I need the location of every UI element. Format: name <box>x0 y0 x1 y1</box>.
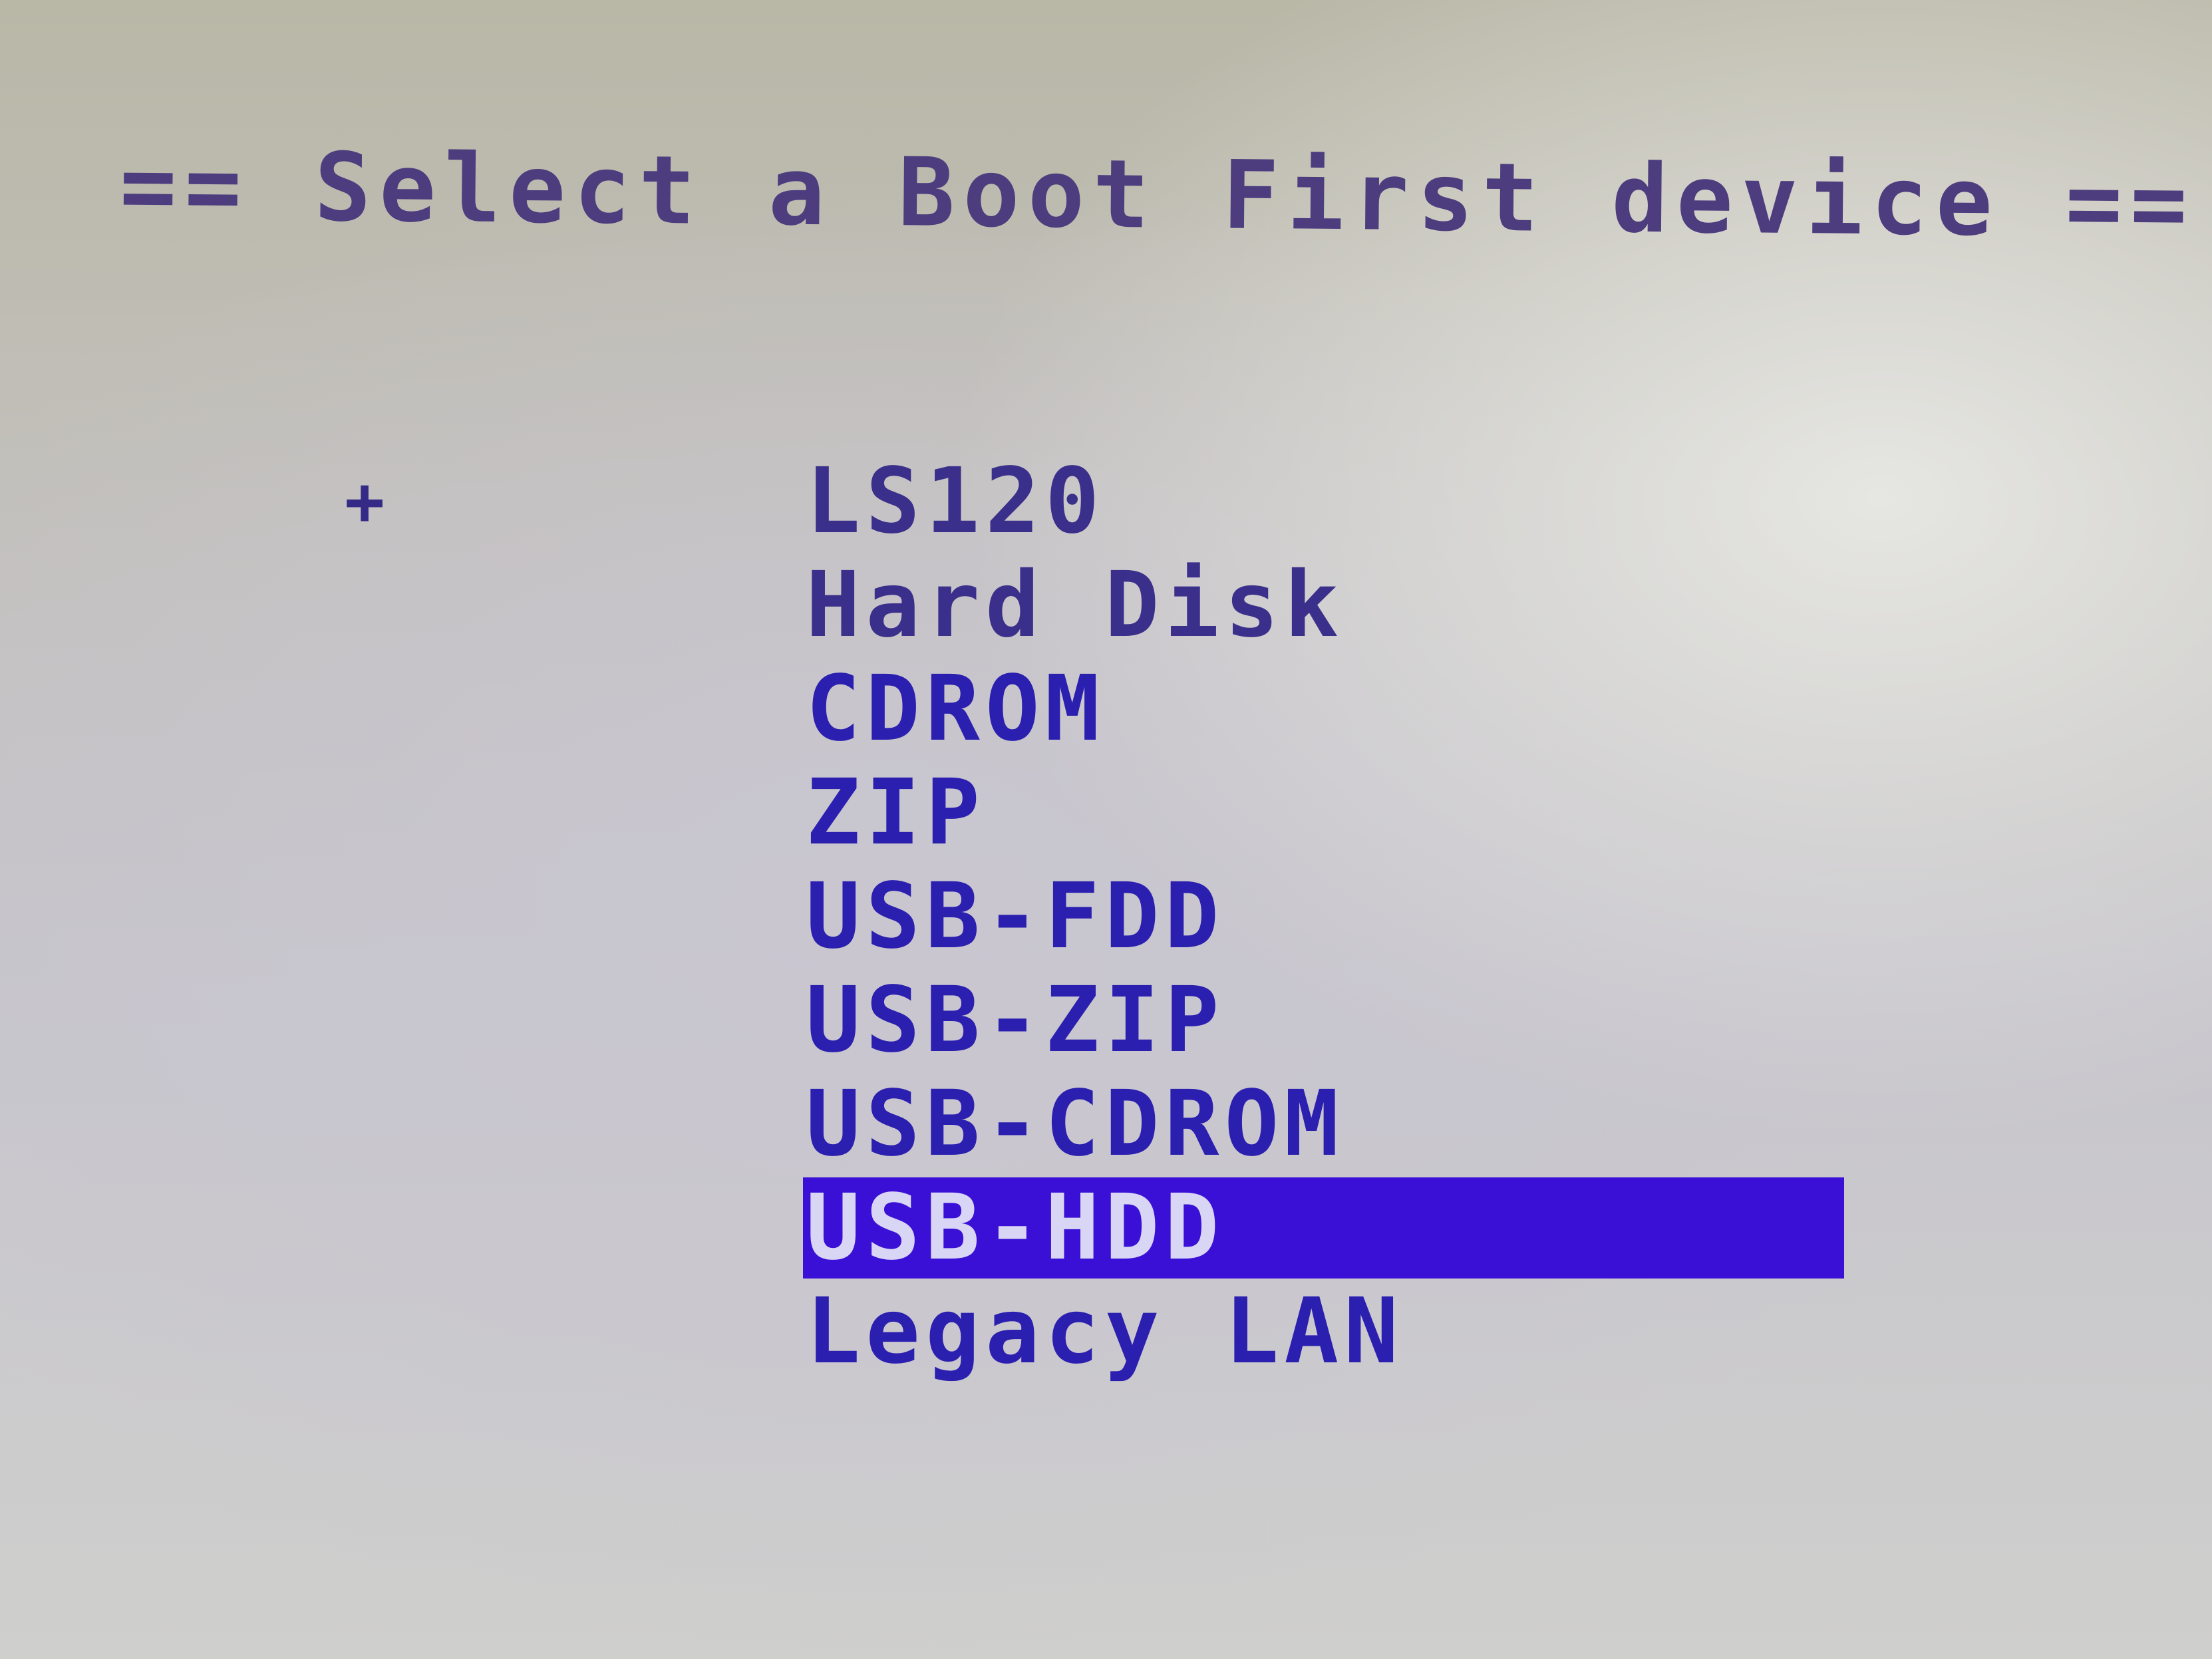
boot-item-hard-disk[interactable]: + Hard Disk <box>333 450 1530 657</box>
bios-screen: == Select a Boot First device == LS120 +… <box>0 0 2212 1659</box>
boot-device-list: LS120 + Hard Disk CDROM ZIP USB-FDD USB-Z… <box>333 346 1845 1384</box>
boot-item-usb-cdrom[interactable]: USB-CDROM <box>333 969 1530 1176</box>
boot-item-ls120[interactable]: LS120 <box>333 346 1530 553</box>
boot-item-zip[interactable]: ZIP <box>333 657 1530 865</box>
boot-item-legacy-lan[interactable]: Legacy LAN <box>333 1176 1530 1384</box>
boot-item-usb-hdd[interactable]: USB-HDD <box>333 1072 1845 1279</box>
boot-item-label: Legacy LAN <box>806 1279 1404 1384</box>
boot-item-usb-zip[interactable]: USB-ZIP <box>333 865 1530 1072</box>
boot-item-cdrom[interactable]: CDROM <box>333 553 1530 761</box>
boot-item-usb-fdd[interactable]: USB-FDD <box>333 761 1530 969</box>
expand-marker: + <box>345 462 391 540</box>
menu-title: == Select a Boot First device == <box>119 131 2196 259</box>
